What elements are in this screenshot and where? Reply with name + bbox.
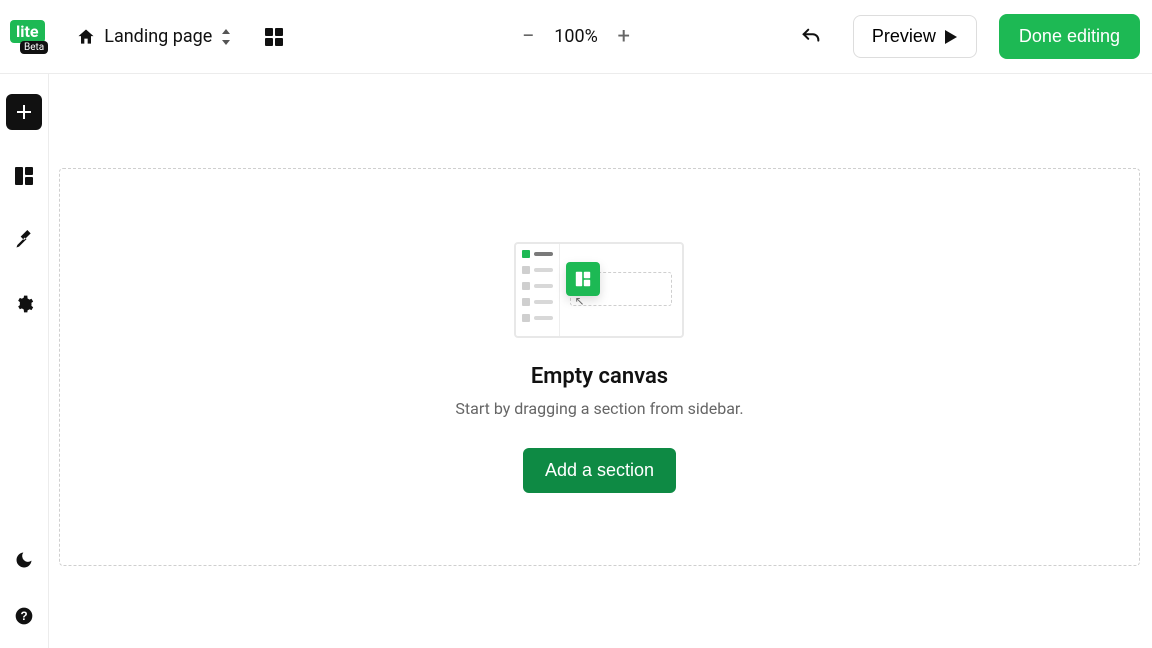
body-area: ? bbox=[0, 74, 1152, 648]
sidebar-help-button[interactable]: ? bbox=[6, 598, 42, 634]
sections-icon bbox=[14, 166, 34, 186]
preview-button[interactable]: Preview bbox=[853, 15, 977, 58]
sidebar-add-button[interactable] bbox=[6, 94, 42, 130]
canvas-area: ↖ Empty canvas Start by dragging a secti… bbox=[49, 74, 1152, 648]
logo: lite Beta bbox=[10, 20, 48, 54]
svg-text:?: ? bbox=[20, 610, 27, 623]
zoom-value: 100% bbox=[554, 26, 598, 47]
sidebar-style-button[interactable] bbox=[6, 222, 42, 258]
help-icon: ? bbox=[14, 606, 34, 626]
beta-badge: Beta bbox=[20, 41, 48, 54]
sidebar-sections-button[interactable] bbox=[6, 158, 42, 194]
paint-icon bbox=[14, 230, 34, 250]
empty-canvas-dropzone[interactable]: ↖ Empty canvas Start by dragging a secti… bbox=[59, 168, 1140, 566]
zoom-out-button[interactable]: − bbox=[516, 24, 540, 49]
sidebar-settings-button[interactable] bbox=[6, 286, 42, 322]
page-name: Landing page bbox=[104, 26, 212, 47]
sidebar-theme-button[interactable] bbox=[6, 542, 42, 578]
done-editing-button[interactable]: Done editing bbox=[999, 14, 1140, 59]
zoom-control: − 100% + bbox=[516, 24, 636, 49]
gear-icon bbox=[14, 294, 34, 314]
add-section-label: Add a section bbox=[545, 460, 654, 480]
done-label: Done editing bbox=[1019, 26, 1120, 46]
topbar: lite Beta Landing page − 100% + Preview … bbox=[0, 0, 1152, 74]
home-icon bbox=[76, 27, 96, 47]
grid-view-button[interactable] bbox=[256, 19, 292, 55]
page-selector[interactable]: Landing page bbox=[76, 26, 232, 47]
empty-illustration: ↖ bbox=[514, 242, 684, 338]
add-section-button[interactable]: Add a section bbox=[523, 448, 676, 493]
plus-icon bbox=[16, 104, 32, 120]
undo-button[interactable] bbox=[793, 19, 829, 55]
cursor-icon: ↖ bbox=[574, 294, 584, 308]
empty-description: Start by dragging a section from sidebar… bbox=[455, 399, 743, 418]
sections-icon bbox=[566, 262, 600, 296]
logo-badge: lite bbox=[10, 20, 45, 43]
zoom-in-button[interactable]: + bbox=[612, 24, 636, 49]
empty-state: ↖ Empty canvas Start by dragging a secti… bbox=[455, 242, 743, 493]
preview-label: Preview bbox=[872, 26, 936, 47]
grid-icon bbox=[264, 27, 284, 47]
empty-title: Empty canvas bbox=[531, 364, 668, 389]
play-icon bbox=[944, 30, 958, 44]
sidebar: ? bbox=[0, 74, 48, 648]
moon-icon bbox=[14, 550, 34, 570]
undo-icon bbox=[800, 26, 822, 48]
chevron-updown-icon bbox=[220, 29, 232, 45]
